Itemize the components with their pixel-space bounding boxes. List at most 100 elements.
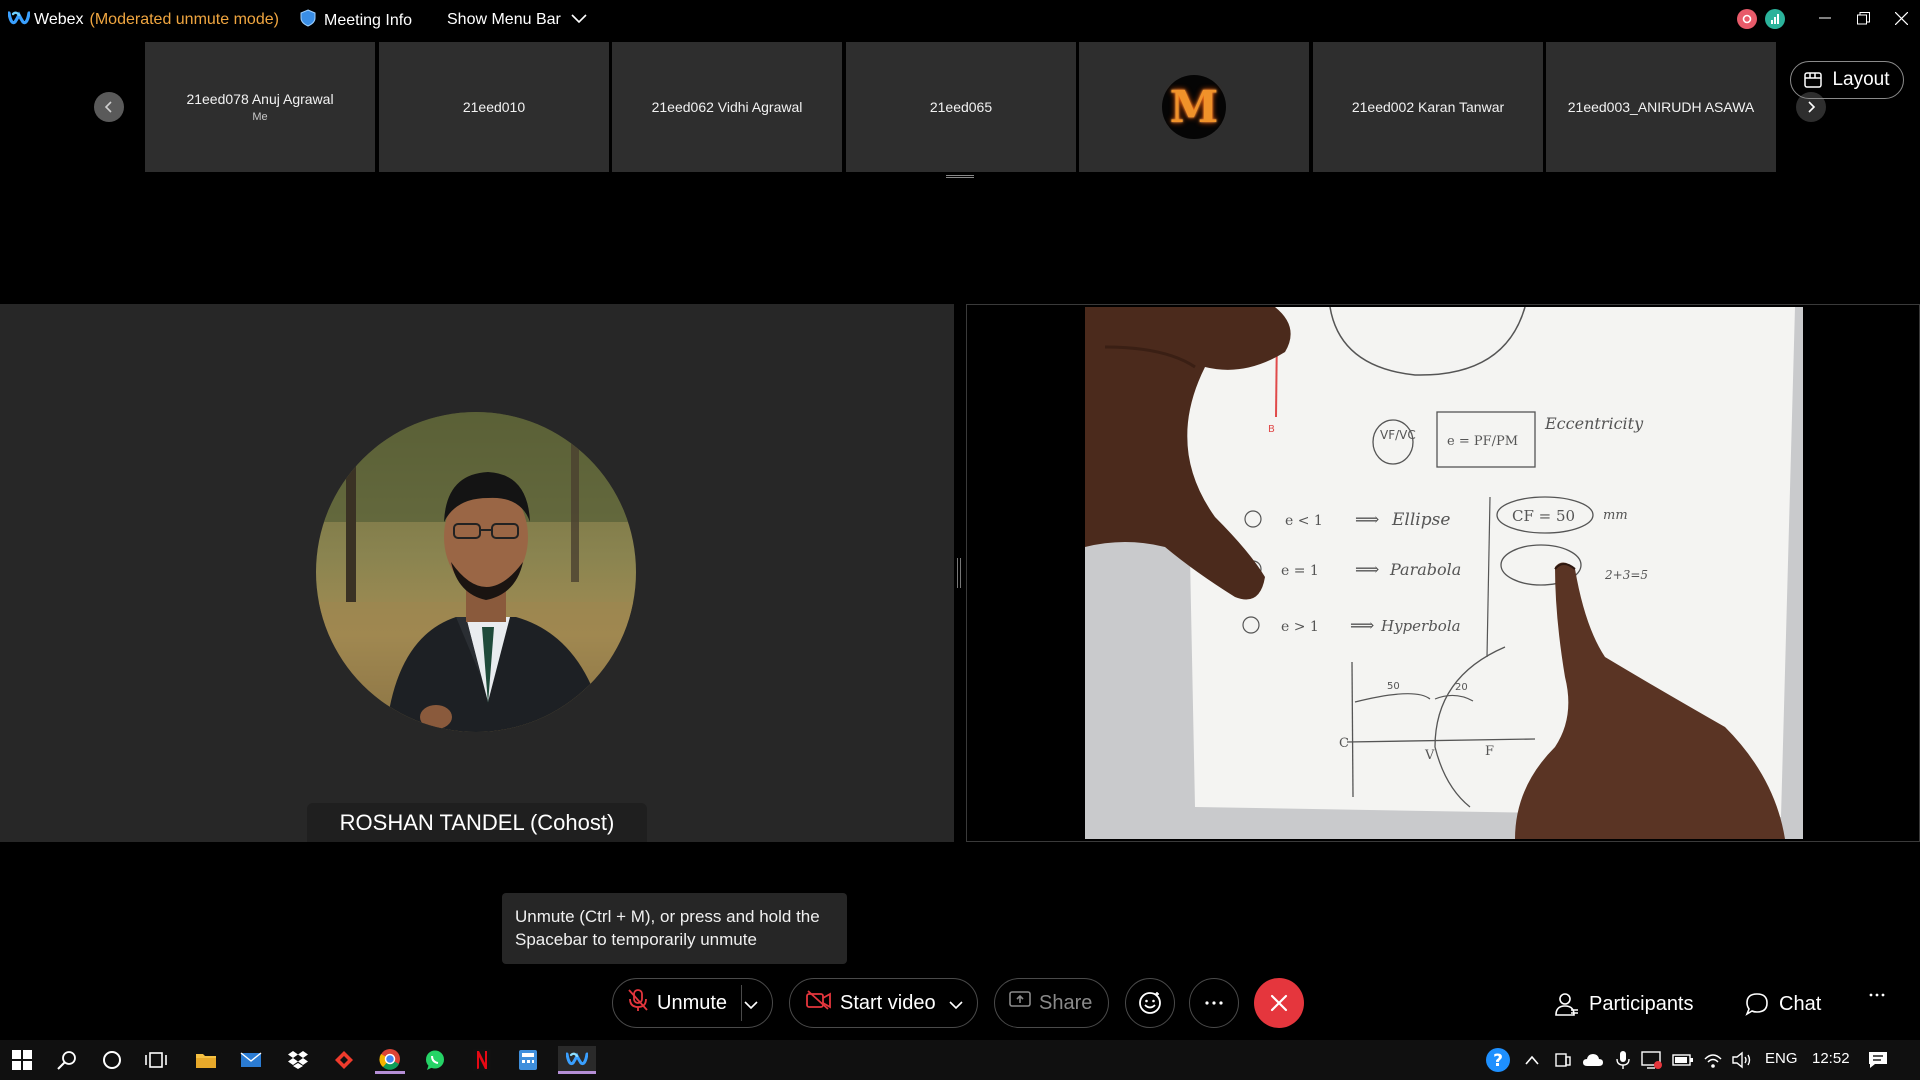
netflix-icon[interactable] — [467, 1046, 497, 1074]
start-icon[interactable] — [7, 1046, 37, 1074]
layout-label: Layout — [1832, 69, 1890, 90]
chevron-right-icon — [1808, 101, 1816, 113]
volume-icon[interactable] — [1727, 1046, 1757, 1074]
note-text: e > 1 — [1281, 619, 1319, 635]
calculator-icon[interactable] — [513, 1046, 543, 1074]
chevron-down-icon — [571, 11, 587, 29]
participant-thumbnail[interactable]: 21eed003_ANIRUDH ASAWA — [1546, 42, 1776, 172]
chevron-up-icon[interactable] — [1517, 1046, 1547, 1074]
note-text: 20 — [1455, 682, 1468, 693]
layout-button[interactable]: Layout — [1790, 61, 1904, 99]
close-icon[interactable] — [1882, 0, 1920, 36]
unmute-tooltip: Unmute (Ctrl + M), or press and hold the… — [502, 893, 847, 964]
help-icon[interactable]: ? — [1483, 1046, 1513, 1074]
end-call-button[interactable] — [1254, 978, 1304, 1028]
speaker-profile-photo — [316, 412, 636, 732]
taskbar: ? ENG 12:52 — [0, 1040, 1920, 1080]
note-text: e = PF/PM — [1447, 434, 1518, 449]
participant-thumbnail[interactable]: 21eed002 Karan Tanwar — [1313, 42, 1543, 172]
dropbox-icon[interactable] — [283, 1046, 313, 1074]
unmute-mode-label: (Moderated unmute mode) — [89, 11, 279, 28]
participant-thumbnail[interactable]: 21eed010 — [379, 42, 609, 172]
app-title: Webex (Moderated unmute mode) — [34, 11, 279, 29]
file-explorer-icon[interactable] — [191, 1046, 221, 1074]
participant-thumbnail[interactable]: 21eed078 Anuj Agrawal Me — [145, 42, 375, 172]
show-menu-bar-label: Show Menu Bar — [447, 11, 561, 28]
status-indicators — [1737, 9, 1785, 29]
participant-thumbnail[interactable]: 21eed065 — [846, 42, 1076, 172]
strip-resize-handle[interactable] — [946, 175, 974, 178]
title-bar: Webex (Moderated unmute mode) Meeting Inf… — [0, 0, 1920, 42]
panel-more-button[interactable] — [1868, 992, 1886, 998]
reaction-smiley-icon — [1139, 992, 1161, 1014]
participant-name: 21eed003_ANIRUDH ASAWA — [1567, 99, 1755, 115]
note-text: V — [1424, 748, 1435, 763]
note-text: e = 1 — [1281, 563, 1319, 579]
ellipsis-icon — [1869, 993, 1885, 997]
chat-label: Chat — [1779, 992, 1822, 1015]
unmute-button[interactable]: Unmute — [612, 978, 773, 1028]
battery-icon[interactable] — [1668, 1046, 1698, 1074]
search-icon[interactable] — [52, 1046, 82, 1074]
anydesk-icon[interactable] — [329, 1046, 359, 1074]
mail-icon[interactable] — [236, 1046, 266, 1074]
pane-divider-handle[interactable] — [957, 558, 961, 588]
note-text: Parabola — [1389, 560, 1461, 579]
note-text: Hyperbola — [1380, 617, 1461, 635]
network-status-icon[interactable] — [1765, 9, 1785, 29]
app-name: Webex — [34, 11, 84, 28]
security-alert-icon[interactable] — [1637, 1046, 1667, 1074]
participant-thumbnail[interactable]: M — [1079, 42, 1309, 172]
restore-icon[interactable] — [1844, 0, 1882, 36]
meeting-control-bar: Unmute Start video Share Participants Ch… — [0, 965, 1920, 1040]
webex-logo-icon — [7, 10, 31, 26]
chevron-down-icon[interactable] — [949, 994, 963, 1017]
video-stream-pane: B VF/VC e = PF/PM Eccentricity e < 1 ⟹ E… — [966, 304, 1920, 842]
close-icon — [1270, 994, 1288, 1012]
wifi-icon[interactable] — [1698, 1046, 1728, 1074]
shared-video-feed: B VF/VC e = PF/PM Eccentricity e < 1 ⟹ E… — [1085, 307, 1803, 839]
layout-icon — [1804, 72, 1823, 88]
share-screen-icon — [1009, 991, 1031, 1015]
note-text: CF = 50 — [1512, 507, 1575, 525]
meeting-info-button[interactable]: Meeting Info — [300, 9, 412, 32]
participant-thumbnail[interactable]: 21eed062 Vidhi Agrawal — [612, 42, 842, 172]
share-button[interactable]: Share — [994, 978, 1109, 1028]
language-indicator[interactable]: ENG — [1765, 1050, 1798, 1067]
participant-name: 21eed002 Karan Tanwar — [1351, 99, 1505, 115]
participants-button[interactable]: Participants — [1555, 992, 1694, 1016]
whatsapp-icon[interactable] — [420, 1046, 450, 1074]
minimize-icon[interactable] — [1806, 0, 1844, 36]
start-video-button[interactable]: Start video — [789, 978, 978, 1028]
svg-text:⟹: ⟹ — [1355, 510, 1379, 530]
more-options-button[interactable] — [1189, 978, 1239, 1028]
microphone-muted-icon — [627, 988, 649, 1018]
chevron-down-icon[interactable] — [744, 994, 758, 1017]
video-off-icon — [806, 990, 832, 1016]
microphone-icon[interactable] — [1608, 1046, 1638, 1074]
device-icon[interactable] — [1548, 1046, 1578, 1074]
note-text: 50 — [1387, 681, 1400, 692]
unmute-label: Unmute — [657, 991, 728, 1014]
button-separator — [741, 985, 742, 1021]
reactions-button[interactable] — [1125, 978, 1175, 1028]
meeting-info-label: Meeting Info — [324, 11, 413, 29]
svg-text:⟹: ⟹ — [1350, 616, 1374, 636]
notifications-icon[interactable] — [1863, 1046, 1893, 1074]
svg-text:⟹: ⟹ — [1355, 560, 1379, 580]
cortana-icon[interactable] — [97, 1046, 127, 1074]
task-view-icon[interactable] — [141, 1046, 171, 1074]
participant-name: 21eed078 Anuj Agrawal — [186, 91, 334, 107]
strip-scroll-left-button[interactable] — [94, 92, 124, 122]
chat-button[interactable]: Chat — [1745, 992, 1821, 1016]
clock[interactable]: 12:52 — [1812, 1050, 1850, 1067]
onedrive-icon[interactable] — [1578, 1046, 1608, 1074]
webex-icon[interactable] — [558, 1046, 596, 1074]
chrome-icon[interactable] — [375, 1046, 405, 1074]
participant-name: 21eed010 — [462, 99, 526, 115]
note-text: Ellipse — [1391, 510, 1450, 530]
note-text: mm — [1603, 508, 1628, 523]
note-text: F — [1485, 744, 1494, 759]
show-menu-bar-button[interactable]: Show Menu Bar — [447, 11, 587, 29]
recording-status-icon[interactable] — [1737, 9, 1757, 29]
